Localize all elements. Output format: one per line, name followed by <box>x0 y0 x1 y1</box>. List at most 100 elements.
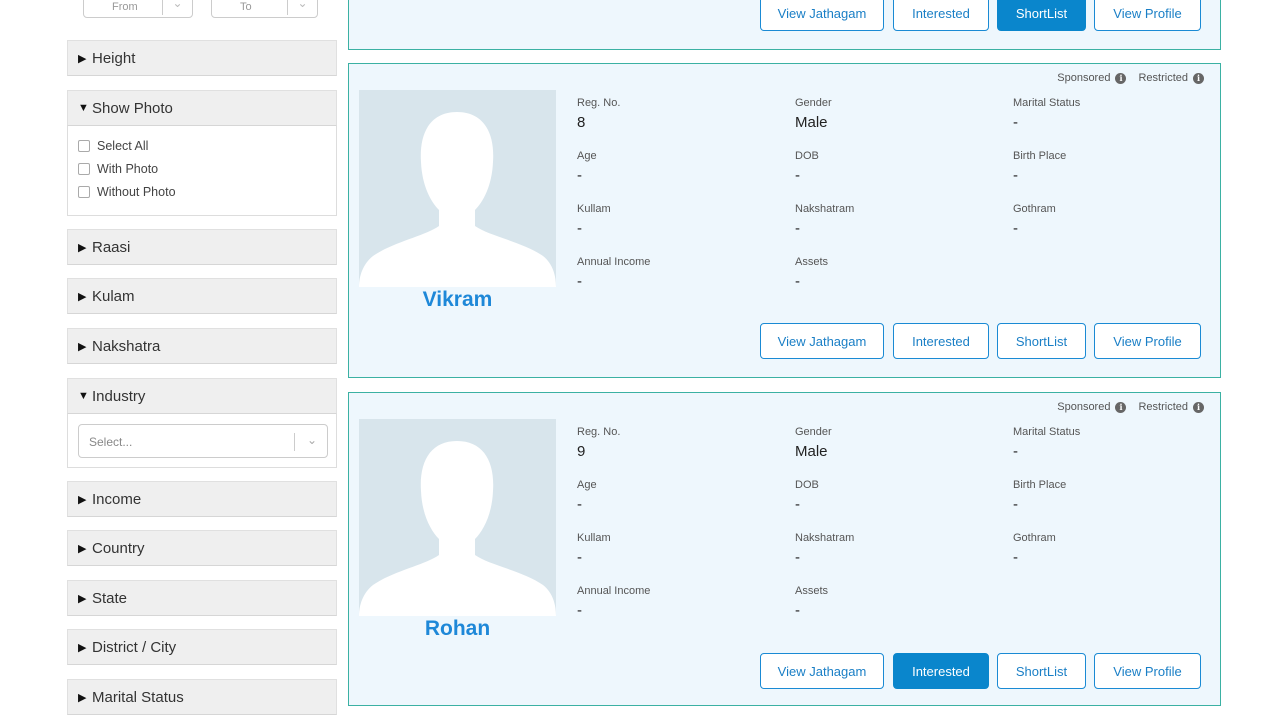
field-value: - <box>1013 443 1018 460</box>
facet-country[interactable]: ▶ Country <box>67 530 337 566</box>
caret-down-icon: ▼ <box>78 102 89 114</box>
avatar-placeholder[interactable] <box>359 419 556 616</box>
field-label: Nakshatram <box>795 203 855 215</box>
field-label: DOB <box>795 479 819 491</box>
facet-industry[interactable]: ▼ Industry <box>67 378 337 414</box>
view-profile-button[interactable]: View Profile <box>1094 323 1201 359</box>
facet-label: State <box>92 589 128 607</box>
show-photo-options: Select All With Photo Without Photo <box>67 126 337 216</box>
view-jathagam-button[interactable]: View Jathagam <box>760 323 884 359</box>
nakshatram-field: Nakshatram - <box>795 532 995 566</box>
field-label: Annual Income <box>577 585 651 597</box>
field-label: Reg. No. <box>577 97 621 109</box>
caret-right-icon: ▶ <box>78 691 87 704</box>
person-silhouette-icon <box>359 112 556 287</box>
dob-field: DOB - <box>795 150 995 184</box>
sponsored-label: Sponsored <box>1057 72 1111 84</box>
checkbox[interactable] <box>78 185 90 198</box>
field-value: Male <box>795 443 828 460</box>
kullam-field: Kullam - <box>577 532 777 566</box>
field-value: - <box>1013 549 1018 566</box>
checkbox[interactable] <box>78 162 90 175</box>
dob-field: DOB - <box>795 479 995 513</box>
facet-height[interactable]: ▶ Height <box>67 40 337 76</box>
caret-right-icon: ▶ <box>78 290 87 303</box>
field-label: Nakshatram <box>795 532 855 544</box>
range-to-select[interactable]: To ⌄ <box>211 0 318 18</box>
view-jathagam-button[interactable]: View Jathagam <box>760 653 884 689</box>
field-label: Annual Income <box>577 256 651 268</box>
profile-card: Sponsored i Restricted i Rohan Reg. No. 9 G… <box>348 392 1221 706</box>
profile-name[interactable]: Vikram <box>359 288 556 312</box>
field-label: Gender <box>795 426 832 438</box>
info-icon[interactable]: i <box>1115 401 1127 413</box>
avatar-placeholder[interactable] <box>359 90 556 287</box>
field-label: Assets <box>795 585 829 597</box>
caret-right-icon: ▶ <box>78 641 87 654</box>
field-value: - <box>577 273 582 290</box>
profile-name[interactable]: Rohan <box>359 617 556 641</box>
view-profile-button[interactable]: View Profile <box>1094 653 1201 689</box>
select-separator <box>294 433 295 451</box>
interested-button[interactable]: Interested <box>893 0 989 31</box>
field-value: 9 <box>577 443 586 460</box>
view-jathagam-button[interactable]: View Jathagam <box>760 0 884 31</box>
facet-income[interactable]: ▶ Income <box>67 481 337 517</box>
interested-button[interactable]: Interested <box>893 653 989 689</box>
card-badges: Sponsored i Restricted i <box>1057 72 1204 84</box>
option-label: Select All <box>97 138 149 153</box>
caret-right-icon: ▶ <box>78 52 87 65</box>
field-value: - <box>795 167 800 184</box>
facet-nakshatra[interactable]: ▶ Nakshatra <box>67 328 337 364</box>
checkbox[interactable] <box>78 139 90 152</box>
field-value: - <box>1013 114 1018 131</box>
option-label: With Photo <box>97 161 159 176</box>
field-value: - <box>577 167 582 184</box>
facet-district[interactable]: ▶ District / City <box>67 629 337 665</box>
field-value: Male <box>795 114 828 131</box>
shortlist-button[interactable]: ShortList <box>997 653 1086 689</box>
info-icon[interactable]: i <box>1193 72 1204 84</box>
view-profile-button[interactable]: View Profile <box>1094 0 1201 31</box>
field-label: Age <box>577 150 597 162</box>
industry-body: Select... ⌄ <box>67 414 337 468</box>
field-label: Kullam <box>577 203 611 215</box>
info-icon[interactable]: i <box>1115 72 1127 84</box>
shortlist-button[interactable]: ShortList <box>997 323 1086 359</box>
annual-income-field: Annual Income - <box>577 585 777 619</box>
industry-placeholder: Select... <box>89 435 133 449</box>
field-value: - <box>795 220 800 237</box>
range-from-select[interactable]: From ⌄ <box>83 0 193 18</box>
facet-raasi[interactable]: ▶ Raasi <box>67 229 337 265</box>
option-without-photo[interactable]: Without Photo <box>68 180 336 203</box>
facet-label: Marital Status <box>92 688 184 706</box>
industry-select[interactable]: Select... ⌄ <box>78 424 328 458</box>
chevron-down-icon: ⌄ <box>306 433 317 447</box>
facet-label: Show Photo <box>92 99 173 117</box>
chevron-down-icon: ⌄ <box>287 0 317 15</box>
facet-show-photo[interactable]: ▼ Show Photo <box>67 90 337 126</box>
field-value: - <box>795 549 800 566</box>
caret-right-icon: ▶ <box>78 542 87 555</box>
option-with-photo[interactable]: With Photo <box>68 157 336 180</box>
shortlist-button[interactable]: ShortList <box>997 0 1086 31</box>
info-icon[interactable]: i <box>1193 401 1204 413</box>
nakshatram-field: Nakshatram - <box>795 203 995 237</box>
profile-card-partial: View Jathagam Interested ShortList View … <box>348 0 1221 50</box>
field-value: 8 <box>577 114 586 131</box>
facet-kulam[interactable]: ▶ Kulam <box>67 278 337 314</box>
field-label: Assets <box>795 256 829 268</box>
option-select-all[interactable]: Select All <box>68 134 336 157</box>
facet-state[interactable]: ▶ State <box>67 580 337 616</box>
field-value: - <box>577 496 582 513</box>
facet-marital-status[interactable]: ▶ Marital Status <box>67 679 337 715</box>
gender-field: Gender Male <box>795 97 995 131</box>
profile-card: Sponsored i Restricted i Vikram Reg. No. 8 … <box>348 63 1221 378</box>
field-value: - <box>1013 496 1018 513</box>
facet-label: Raasi <box>92 238 131 256</box>
caret-right-icon: ▶ <box>78 241 87 254</box>
age-field: Age - <box>577 150 777 184</box>
gothram-field: Gothram - <box>1013 203 1213 237</box>
field-value: - <box>795 273 800 290</box>
interested-button[interactable]: Interested <box>893 323 989 359</box>
